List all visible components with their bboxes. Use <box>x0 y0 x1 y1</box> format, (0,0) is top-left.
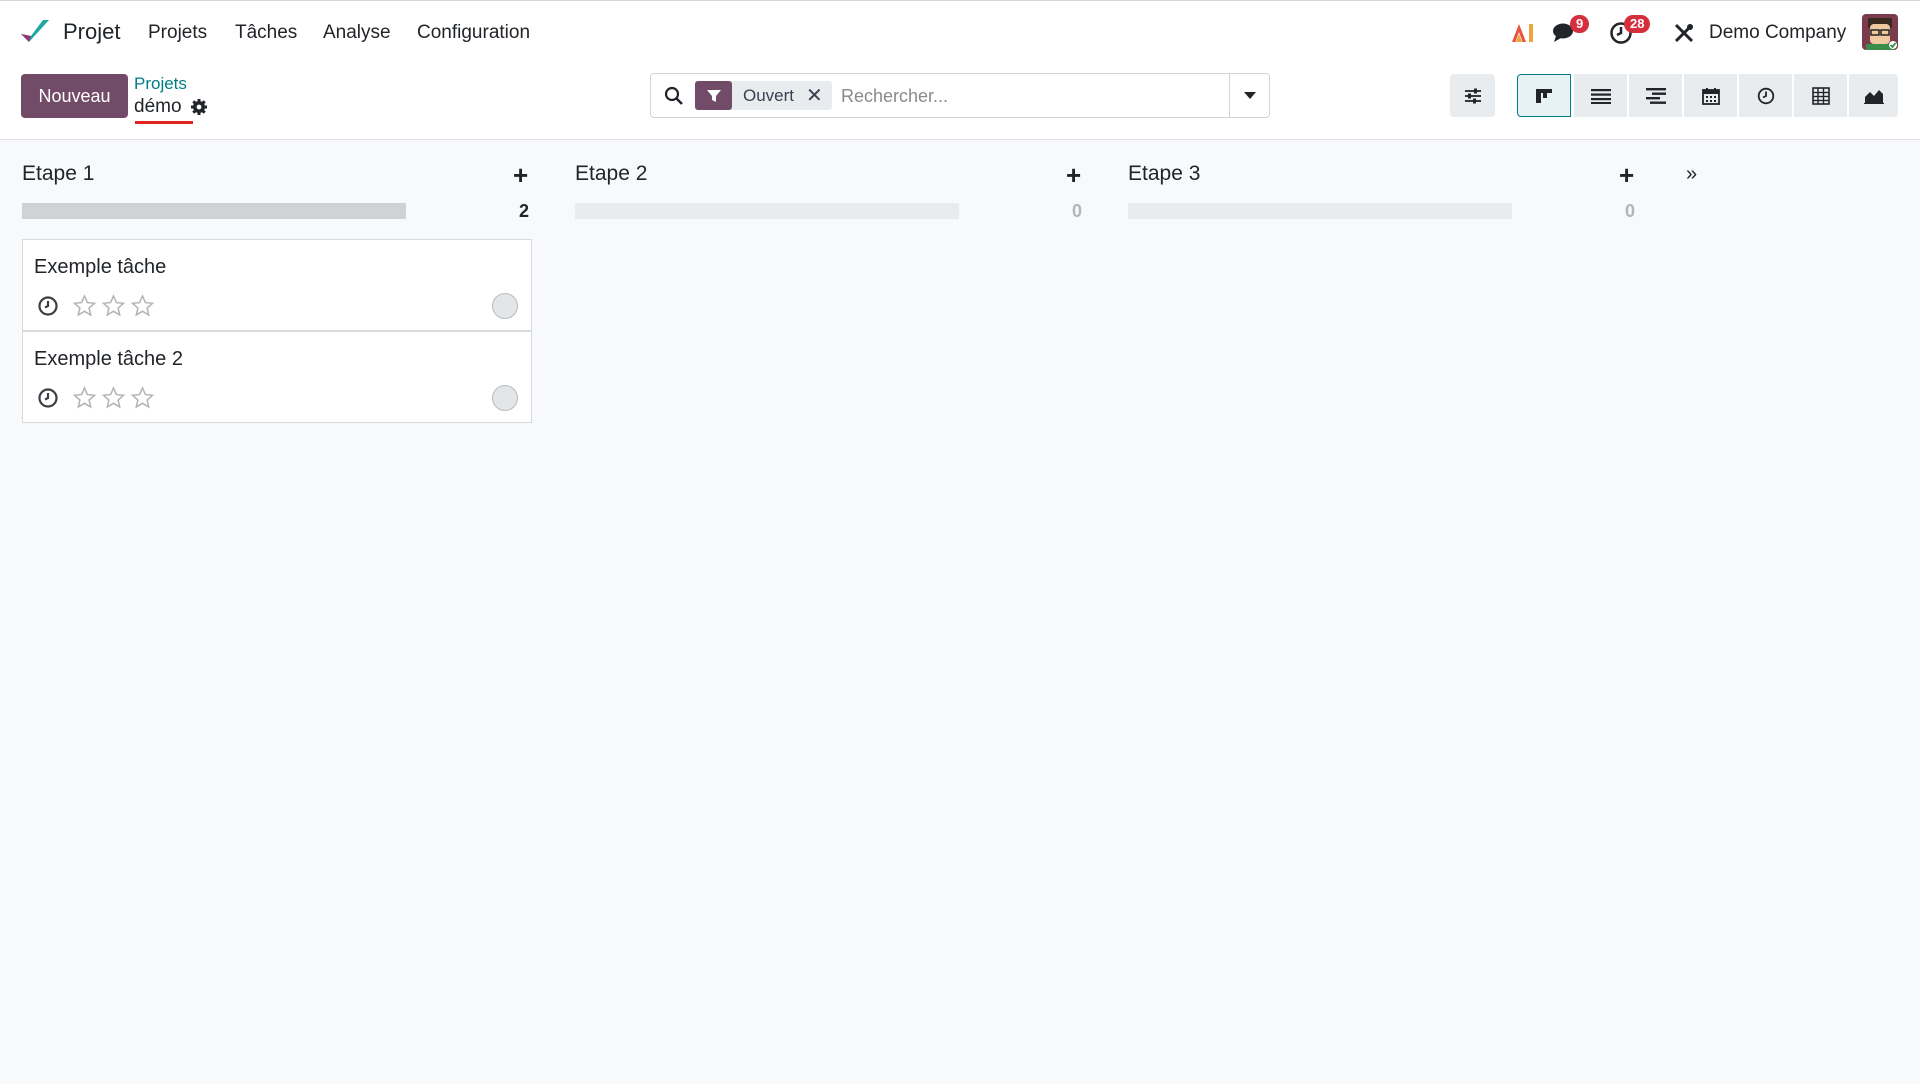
star-icon[interactable] <box>101 294 126 318</box>
priority-stars <box>72 294 155 318</box>
stage-3-add-icon[interactable]: + <box>1619 160 1634 191</box>
gantt-view-button[interactable] <box>1629 74 1682 117</box>
stage-2-count: 0 <box>1072 201 1083 221</box>
gear-icon[interactable] <box>190 98 208 116</box>
table-grid-icon <box>1811 86 1830 105</box>
task-card[interactable]: Exemple tâche <box>22 239 532 331</box>
kanban-icon <box>1536 88 1552 103</box>
star-icon[interactable] <box>130 386 155 410</box>
view-settings-button[interactable] <box>1450 74 1495 117</box>
menu-analyse[interactable]: Analyse <box>323 22 391 44</box>
star-icon[interactable] <box>72 294 97 318</box>
user-avatar[interactable] <box>1862 14 1898 50</box>
stage-title-1[interactable]: Etape 1 <box>22 162 94 186</box>
filter-facet: Ouvert ✕ <box>695 81 832 110</box>
pivot-view-button[interactable] <box>1794 74 1847 117</box>
star-icon[interactable] <box>101 386 126 410</box>
breadcrumb-current: démo <box>134 96 182 117</box>
task-state-indicator[interactable] <box>492 293 518 319</box>
calendar-view-button[interactable] <box>1684 74 1737 117</box>
graph-view-button[interactable] <box>1849 74 1898 117</box>
messages-badge: 9 <box>1570 15 1590 33</box>
area-chart-icon <box>1863 89 1884 104</box>
activity-view-button[interactable] <box>1739 74 1792 117</box>
search-input[interactable] <box>841 83 1221 109</box>
app-name[interactable]: Projet <box>63 19 120 45</box>
menu-projets[interactable]: Projets <box>148 22 207 44</box>
task-title: Exemple tâche 2 <box>34 348 183 370</box>
filter-icon <box>695 81 732 110</box>
task-card[interactable]: Exemple tâche 2 <box>22 331 532 423</box>
stage-1-add-icon[interactable]: + <box>513 160 528 191</box>
task-title: Exemple tâche <box>34 256 167 278</box>
search-icon <box>664 86 683 105</box>
remove-facet-close-icon[interactable]: ✕ <box>806 83 832 108</box>
stage-1-count: 2 <box>519 201 530 221</box>
sliders-icon <box>1464 88 1481 103</box>
fold-column-chevron-icon[interactable]: » <box>1686 163 1697 186</box>
task-state-indicator[interactable] <box>492 385 518 411</box>
top-navbar: Projet Projets Tâches Analyse Configurat… <box>0 0 1920 64</box>
menu-taches[interactable]: Tâches <box>235 22 297 44</box>
search-options-toggle[interactable] <box>1229 74 1269 117</box>
filter-facet-label: Ouvert <box>743 85 795 105</box>
stage-title-3[interactable]: Etape 3 <box>1128 162 1200 186</box>
company-switcher[interactable]: Demo Company <box>1709 22 1846 44</box>
control-panel: Nouveau Projets démo Ouvert ✕ <box>0 64 1920 140</box>
search-bar: Ouvert ✕ <box>650 73 1270 118</box>
stage-3-count: 0 <box>1625 201 1636 221</box>
stage-1-progress-bar[interactable] <box>22 203 406 219</box>
list-view-button[interactable] <box>1574 74 1627 117</box>
stage-2-add-icon[interactable]: + <box>1066 160 1081 191</box>
list-icon <box>1590 88 1611 104</box>
activities-badge: 28 <box>1624 15 1651 33</box>
stage-3-progress-bar[interactable] <box>1128 203 1512 219</box>
tools-icon[interactable] <box>1670 19 1698 47</box>
gantt-icon <box>1645 87 1666 104</box>
stage-title-2[interactable]: Etape 2 <box>575 162 647 186</box>
breadcrumb-underline <box>135 121 193 124</box>
star-icon[interactable] <box>72 386 97 410</box>
stage-2-progress-bar[interactable] <box>575 203 959 219</box>
menu-configuration[interactable]: Configuration <box>417 22 530 44</box>
priority-stars <box>72 386 155 410</box>
calendar-icon <box>1701 87 1720 105</box>
activity-clock-icon[interactable] <box>37 387 59 409</box>
breadcrumb-projets-link[interactable]: Projets <box>134 74 187 94</box>
star-icon[interactable] <box>130 294 155 318</box>
new-button[interactable]: Nouveau <box>21 74 128 118</box>
activity-clock-icon[interactable] <box>37 295 59 317</box>
clock-icon <box>1757 87 1774 104</box>
caret-down-icon <box>1243 91 1256 99</box>
kanban-view-button[interactable] <box>1517 74 1571 117</box>
ai-icon[interactable] <box>1509 19 1537 47</box>
project-app-logo-icon[interactable] <box>19 18 51 46</box>
